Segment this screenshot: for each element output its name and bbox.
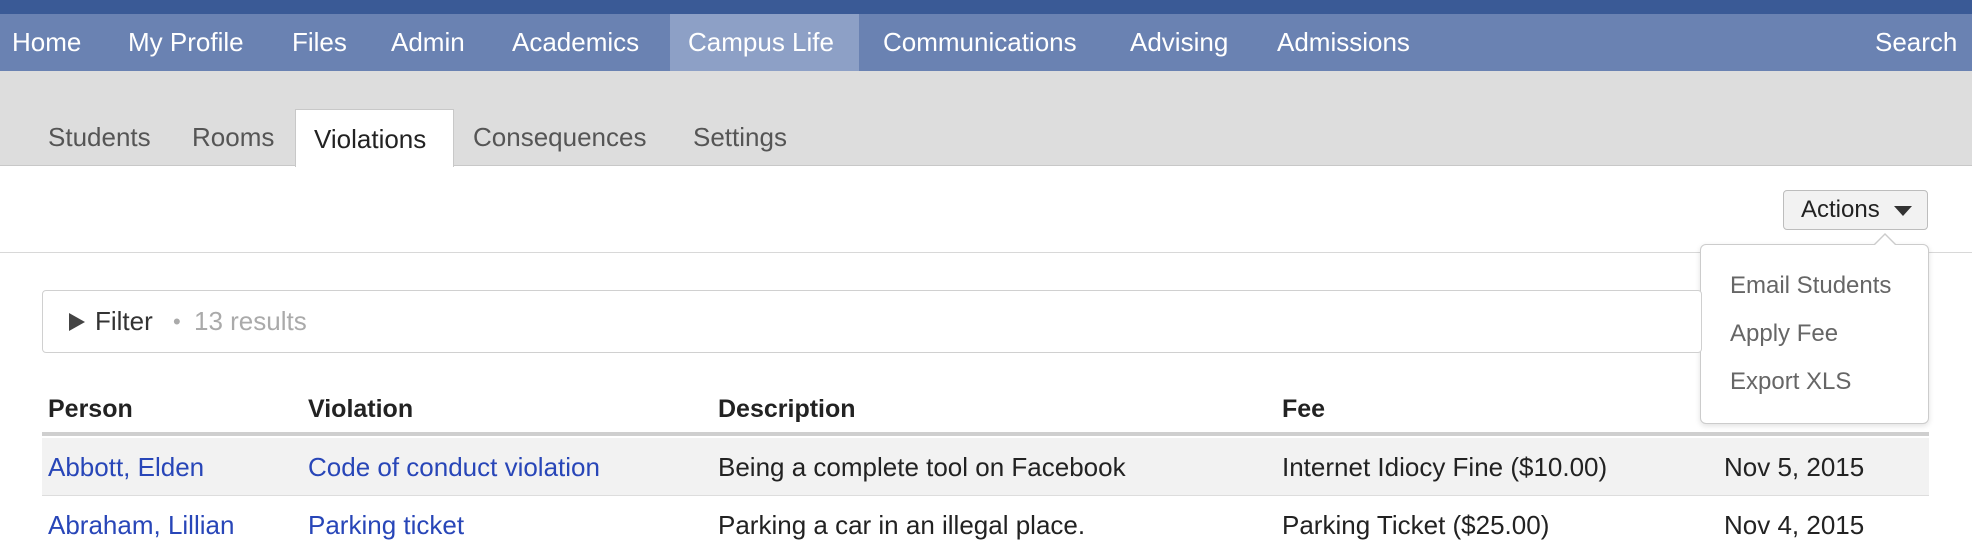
sub-navigation-bar: Students Rooms Violations Consequences S… [0, 71, 1972, 167]
tab-settings[interactable]: Settings [693, 109, 787, 166]
violation-link[interactable]: Parking ticket [308, 496, 464, 548]
nav-item-label: Home [12, 27, 82, 57]
nav-item-my-profile[interactable]: My Profile [128, 14, 244, 71]
column-header-person[interactable]: Person [48, 386, 133, 432]
column-header-fee[interactable]: Fee [1282, 386, 1325, 432]
nav-item-advising[interactable]: Advising [1130, 14, 1228, 71]
actions-label: Actions [1801, 196, 1880, 223]
nav-item-label: Files [292, 27, 347, 57]
nav-item-admissions[interactable]: Admissions [1277, 14, 1410, 71]
nav-item-label: Admissions [1277, 27, 1410, 57]
table-row: Abbott, Elden Code of conduct violation … [42, 438, 1929, 496]
tab-consequences[interactable]: Consequences [473, 109, 646, 166]
description-cell: Being a complete tool on Facebook [718, 452, 1126, 482]
tab-label: Rooms [192, 122, 275, 152]
nav-search-link[interactable]: Search [1875, 14, 1957, 71]
tab-rooms[interactable]: Rooms [192, 109, 274, 166]
dropdown-pointer-fill [1874, 235, 1896, 246]
top-accent-strip [0, 0, 1972, 14]
fee-cell: Parking Ticket ($25.00) [1282, 510, 1550, 540]
date-cell: Nov 4, 2015 [1724, 510, 1865, 540]
tab-label: Violations [314, 124, 427, 154]
menu-item-email-students[interactable]: Email Students [1730, 266, 1891, 306]
tab-label: Settings [693, 122, 787, 152]
violation-link[interactable]: Code of conduct violation [308, 438, 600, 496]
column-header-description[interactable]: Description [718, 386, 856, 432]
column-header-violation[interactable]: Violation [308, 386, 413, 432]
nav-item-label: Advising [1130, 27, 1229, 57]
table-header: Person Violation Description Fee [42, 386, 1929, 436]
nav-item-communications[interactable]: Communications [883, 14, 1077, 71]
actions-button[interactable]: Actions [1783, 190, 1928, 230]
nav-item-label: Campus Life [688, 27, 834, 57]
description-cell: Parking a car in an illegal place. [718, 510, 1086, 540]
nav-item-campus-life[interactable]: Campus Life [670, 14, 859, 71]
caret-down-icon [1894, 206, 1912, 216]
search-label: Search [1875, 27, 1958, 57]
nav-item-label: Admin [391, 27, 465, 57]
date-cell: Nov 5, 2015 [1724, 452, 1865, 482]
tab-label: Students [48, 122, 151, 152]
filter-bar[interactable]: Filter • 13 results [42, 290, 1702, 353]
person-link[interactable]: Abbott, Elden [48, 438, 204, 496]
nav-item-label: Communications [883, 27, 1077, 57]
tab-label: Consequences [473, 122, 647, 152]
tab-students[interactable]: Students [48, 109, 151, 166]
fee-cell: Internet Idiocy Fine ($10.00) [1282, 452, 1608, 482]
menu-item-apply-fee[interactable]: Apply Fee [1730, 314, 1838, 354]
nav-item-academics[interactable]: Academics [512, 14, 639, 71]
nav-item-admin[interactable]: Admin [391, 14, 465, 71]
nav-item-label: My Profile [128, 27, 244, 57]
filter-label: Filter [95, 306, 153, 336]
tab-violations[interactable]: Violations [295, 109, 454, 167]
expand-triangle-icon [69, 313, 85, 331]
person-link[interactable]: Abraham, Lillian [48, 496, 234, 548]
table-row: Abraham, Lillian Parking ticket Parking … [42, 496, 1929, 548]
separator-dot: • [173, 309, 181, 334]
divider [0, 252, 1972, 253]
nav-item-files[interactable]: Files [292, 14, 347, 71]
nav-item-home[interactable]: Home [12, 14, 81, 71]
main-nav: Home My Profile Files Admin Academics Ca… [0, 14, 1972, 71]
nav-item-label: Academics [512, 27, 640, 57]
results-count: 13 results [194, 306, 307, 336]
